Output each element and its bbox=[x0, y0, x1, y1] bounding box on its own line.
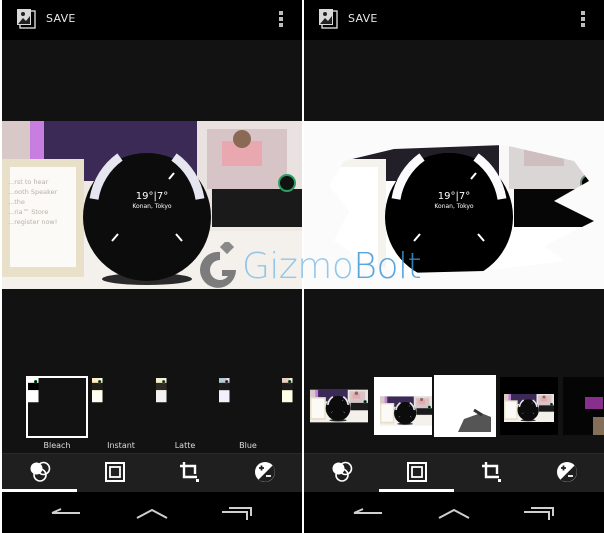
frame-filmstrip[interactable] bbox=[304, 374, 604, 453]
back-button[interactable] bbox=[349, 500, 389, 526]
back-button[interactable] bbox=[47, 500, 87, 526]
photo-editor-icon[interactable] bbox=[15, 7, 39, 31]
recents-icon bbox=[519, 500, 559, 526]
photo-preview: 19°|7° Konan, Tokyo ...rst to hear ...oo… bbox=[2, 121, 302, 289]
frame-thumbnail[interactable] bbox=[563, 377, 604, 435]
crop-icon bbox=[178, 460, 202, 484]
sign-line: ...the bbox=[8, 198, 25, 206]
phone-screen-filters: SAVE 19°|7° Konan, Tokyo ...rst to hear … bbox=[2, 0, 302, 533]
filter-thumbnail-blue[interactable] bbox=[219, 378, 277, 436]
home-icon bbox=[132, 500, 172, 526]
recents-icon bbox=[217, 500, 257, 526]
tab-crop[interactable] bbox=[152, 454, 227, 492]
frame-thumbnail-selected[interactable] bbox=[434, 375, 496, 437]
crop-icon bbox=[480, 460, 504, 484]
editor-tab-bar bbox=[304, 454, 604, 493]
frame-thumbnail[interactable] bbox=[374, 377, 432, 435]
tab-filters[interactable] bbox=[304, 454, 379, 492]
system-navbar bbox=[304, 492, 604, 533]
editor-tab-bar bbox=[2, 454, 302, 493]
filter-thumbnail-instant[interactable] bbox=[92, 378, 150, 436]
save-button[interactable]: SAVE bbox=[348, 12, 378, 25]
overflow-menu-icon[interactable] bbox=[580, 11, 586, 29]
filters-icon bbox=[28, 460, 52, 484]
sign-line: ...ria™ Store bbox=[8, 208, 49, 216]
frame-icon bbox=[103, 460, 127, 484]
weather-location: Konan, Tokyo bbox=[132, 203, 172, 210]
sign-text: ...rst to hear ...ooth Speaker ...the ..… bbox=[8, 177, 78, 227]
action-bar: SAVE bbox=[304, 0, 604, 40]
home-icon bbox=[434, 500, 474, 526]
filter-filmstrip[interactable]: Bleach Instant Latte Blue bbox=[2, 374, 302, 453]
filter-label: Bleach bbox=[43, 441, 71, 450]
tab-adjust[interactable] bbox=[529, 454, 604, 492]
frame-icon bbox=[405, 460, 429, 484]
speaker-display: 19°|7° Konan, Tokyo bbox=[424, 191, 484, 210]
frame-thumbnail[interactable] bbox=[500, 377, 558, 435]
weather-temperature: 19°|7° bbox=[135, 191, 169, 202]
home-button[interactable] bbox=[434, 500, 474, 526]
weather-temperature: 19°|7° bbox=[437, 191, 471, 202]
home-button[interactable] bbox=[132, 500, 172, 526]
weather-location: Konan, Tokyo bbox=[434, 203, 474, 210]
overflow-menu-icon[interactable] bbox=[278, 11, 284, 29]
sign-line: ...rst to hear bbox=[8, 178, 49, 186]
filter-label: Instant bbox=[107, 441, 135, 450]
filter-label: Blue bbox=[239, 441, 257, 450]
tab-frames[interactable] bbox=[379, 454, 454, 492]
back-icon bbox=[349, 500, 389, 526]
filter-thumbnail[interactable] bbox=[282, 378, 302, 436]
exposure-icon bbox=[253, 460, 277, 484]
tab-crop[interactable] bbox=[454, 454, 529, 492]
phone-screen-frames: SAVE 19°|7° Konan, Tokyo bbox=[304, 0, 604, 533]
system-navbar bbox=[2, 492, 302, 533]
recents-button[interactable] bbox=[519, 500, 559, 526]
filter-thumbnail-bleach[interactable] bbox=[26, 376, 88, 438]
recents-button[interactable] bbox=[217, 500, 257, 526]
photo-editor-icon[interactable] bbox=[317, 7, 341, 31]
filters-icon bbox=[330, 460, 354, 484]
sign-line: ...ooth Speaker bbox=[8, 188, 58, 196]
back-icon bbox=[47, 500, 87, 526]
save-button[interactable]: SAVE bbox=[46, 12, 76, 25]
tab-filters[interactable] bbox=[2, 454, 77, 492]
tab-adjust[interactable] bbox=[227, 454, 302, 492]
photo-preview-framed: 19°|7° Konan, Tokyo bbox=[304, 121, 604, 289]
speaker-display: 19°|7° Konan, Tokyo bbox=[122, 191, 182, 210]
filter-label: Latte bbox=[174, 441, 196, 450]
filter-thumbnail-latte[interactable] bbox=[156, 378, 214, 436]
sign-line: ...register now! bbox=[8, 218, 58, 226]
exposure-icon bbox=[555, 460, 579, 484]
frame-thumbnail[interactable] bbox=[310, 377, 368, 435]
tab-frames[interactable] bbox=[77, 454, 152, 492]
action-bar: SAVE bbox=[2, 0, 302, 40]
